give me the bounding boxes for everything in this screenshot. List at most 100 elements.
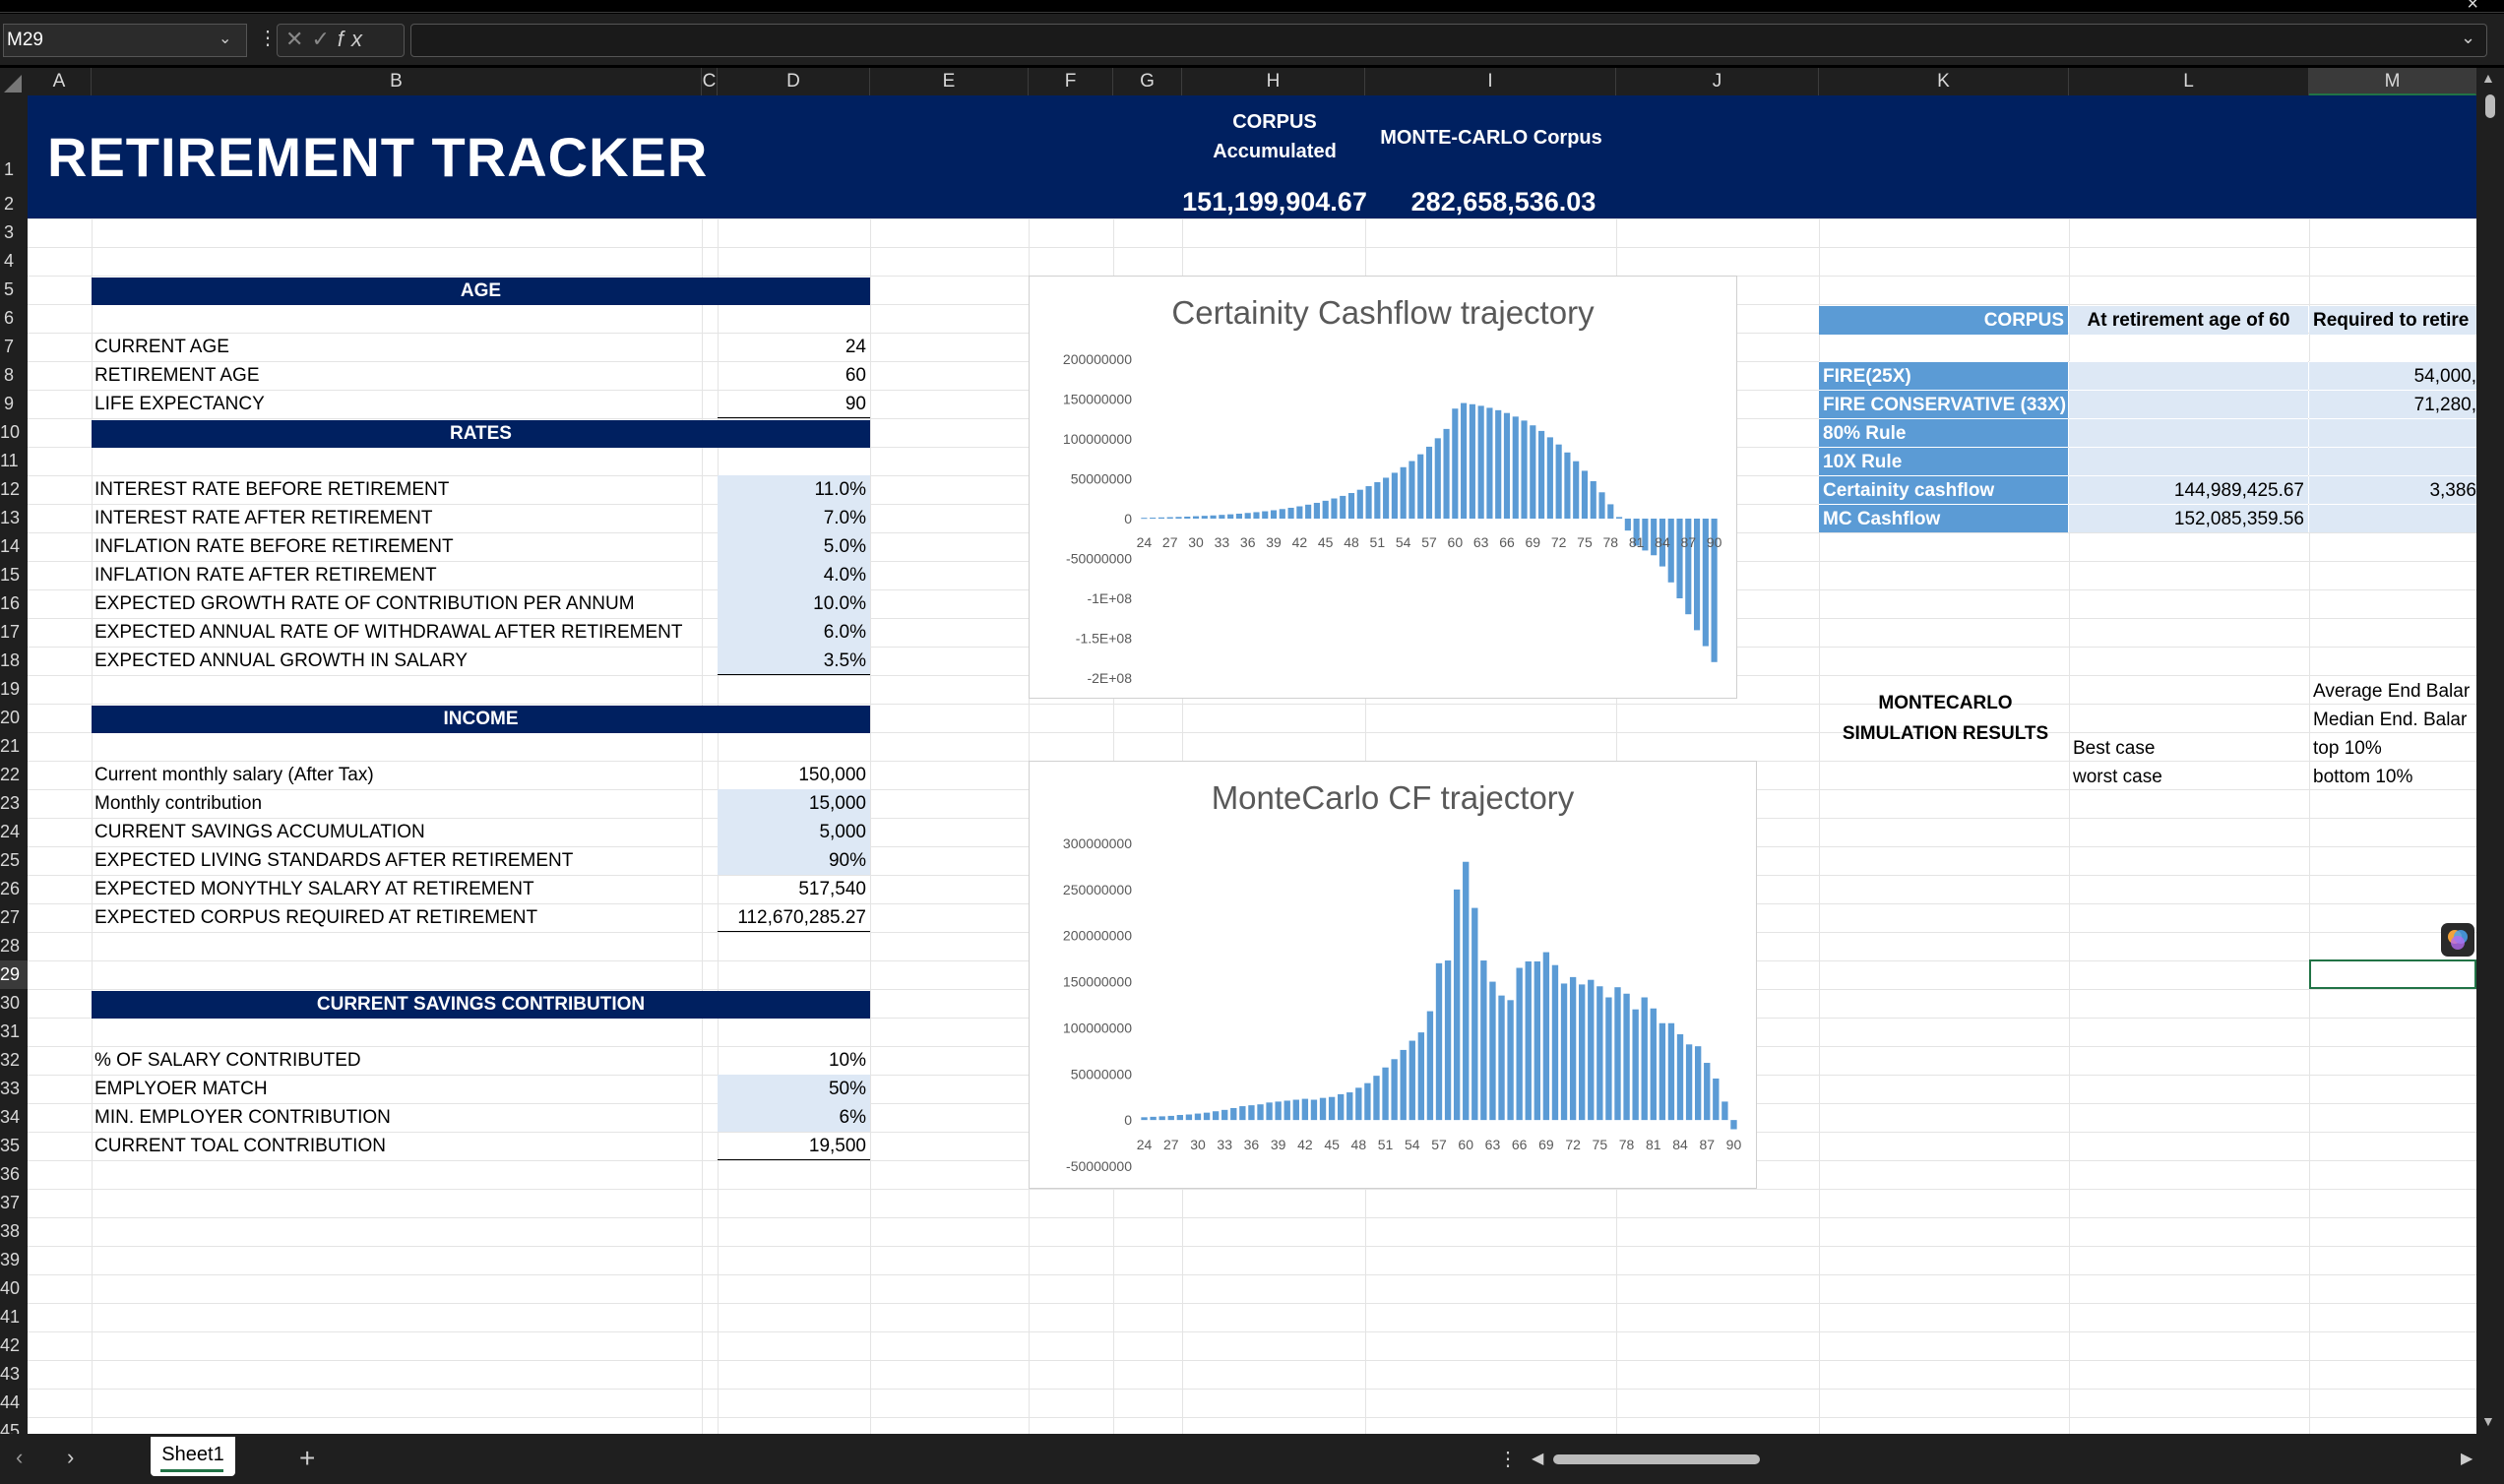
worst-case-label[interactable]: worst case [2073,763,2162,791]
bar-32[interactable] [1210,515,1217,519]
row-header-10[interactable]: 10 [0,418,28,447]
row-header-19[interactable]: 19 [0,675,28,704]
bar-38[interactable] [1266,1102,1273,1121]
row-header-21[interactable]: 21 [0,732,28,761]
bar-53[interactable] [1400,1049,1407,1121]
bar-25[interactable] [1150,518,1157,520]
bar-50[interactable] [1373,1076,1380,1121]
bar-33[interactable] [1221,1109,1228,1121]
income-value[interactable]: 150,000 [718,761,870,789]
name-box[interactable]: M29 [3,24,247,57]
bar-60[interactable] [1463,861,1470,1121]
corpus-row-label[interactable]: MC Cashflow [1819,504,2068,532]
bar-35[interactable] [1235,513,1242,519]
corpus-value[interactable]: 151,199,904.67 [1171,187,1378,217]
income-label[interactable]: Monthly contribution [94,789,262,818]
bar-39[interactable] [1270,510,1278,519]
row-header-1[interactable]: 1 [0,95,28,189]
bar-65[interactable] [1495,409,1502,519]
bar-48[interactable] [1347,492,1355,519]
row-header-8[interactable]: 8 [0,361,28,390]
bar-58[interactable] [1434,438,1441,519]
bar-89[interactable] [1722,1101,1728,1121]
column-header-g[interactable]: G [1113,68,1182,95]
age-value[interactable]: 60 [718,361,870,390]
bar-36[interactable] [1248,1105,1255,1121]
bar-54[interactable] [1408,1040,1415,1121]
contribution-label[interactable]: EMPLYOER MATCH [94,1075,268,1103]
bar-43[interactable] [1310,1099,1318,1121]
bar-24[interactable] [1141,518,1148,520]
row-header-11[interactable]: 11 [0,447,28,475]
certainty-cashflow-chart[interactable]: Certainity Cashflow trajectory 200000000… [1029,276,1737,699]
bar-73[interactable] [1564,452,1571,519]
bar-59[interactable] [1453,889,1461,1121]
bar-86[interactable] [1676,519,1683,598]
bar-49[interactable] [1364,1082,1371,1121]
bar-51[interactable] [1374,481,1381,519]
scroll-up-icon[interactable]: ▲ [2481,70,2495,86]
bar-37[interactable] [1257,1104,1264,1121]
chevron-left-icon[interactable]: ‹ [16,1445,23,1470]
row-header-27[interactable]: 27 [0,903,28,932]
corpus-row-retirement-value[interactable] [2069,418,2308,447]
bar-77[interactable] [1614,987,1621,1121]
chevron-down-icon[interactable]: ⌄ [219,29,231,48]
rates-value[interactable]: 6.0% [718,618,870,647]
bar-50[interactable] [1365,486,1372,519]
corpus-row-required-value[interactable] [2309,418,2476,447]
bar-46[interactable] [1338,1093,1345,1121]
bar-40[interactable] [1283,1100,1290,1121]
age-label[interactable]: CURRENT AGE [94,333,229,361]
horizontal-scroll-thumb[interactable] [1553,1454,1760,1464]
more-options-icon[interactable]: ⋮ [1498,1447,1518,1471]
bar-72[interactable] [1569,976,1577,1121]
bar-67[interactable] [1525,960,1532,1121]
corpus-row-label[interactable]: FIRE CONSERVATIVE (33X) [1819,390,2068,418]
top-10-label[interactable]: top 10% [2313,734,2382,763]
bar-27[interactable] [1167,1115,1174,1121]
bar-68[interactable] [1534,960,1540,1121]
bar-53[interactable] [1391,472,1398,519]
corpus-row-label[interactable]: 80% Rule [1819,418,2068,447]
chevron-right-icon[interactable]: › [67,1445,74,1470]
more-options-icon[interactable]: ⋮ [258,26,278,50]
bar-48[interactable] [1355,1087,1362,1121]
rates-value[interactable]: 3.5% [718,647,870,675]
bar-66[interactable] [1503,412,1511,519]
contribution-label[interactable]: CURRENT TOAL CONTRIBUTION [94,1132,386,1160]
bar-45[interactable] [1322,500,1329,519]
row-header-18[interactable]: 18 [0,647,28,675]
row-header-22[interactable]: 22 [0,761,28,789]
contribution-value[interactable]: 10% [718,1046,870,1075]
bar-59[interactable] [1443,428,1450,519]
column-header-h[interactable]: H [1182,68,1365,95]
age-label[interactable]: LIFE EXPECTANCY [94,390,265,418]
bar-33[interactable] [1219,515,1225,519]
corpus-table-header[interactable]: CORPUS [1819,306,2068,335]
rates-label[interactable]: EXPECTED ANNUAL GROWTH IN SALARY [94,647,468,675]
bar-69[interactable] [1530,425,1536,519]
scroll-left-icon[interactable]: ◀ [1532,1449,1543,1468]
bar-39[interactable] [1275,1101,1282,1121]
row-header-37[interactable]: 37 [0,1189,28,1217]
selected-cell-m29[interactable] [2309,959,2476,989]
bar-37[interactable] [1253,512,1260,519]
corpus-row-retirement-value[interactable] [2069,361,2308,390]
mc-corpus-value[interactable]: 282,658,536.03 [1378,187,1629,217]
add-sheet-button[interactable]: + [299,1443,315,1474]
bar-46[interactable] [1331,498,1338,519]
row-header-13[interactable]: 13 [0,504,28,532]
vertical-scrollbar[interactable] [2476,68,2504,1434]
bar-32[interactable] [1212,1111,1220,1121]
scroll-down-icon[interactable]: ▼ [2481,1413,2495,1429]
bar-56[interactable] [1426,1011,1434,1121]
row-header-29[interactable]: 29 [0,960,28,989]
bar-90[interactable] [1730,1120,1737,1130]
bar-41[interactable] [1292,1099,1299,1121]
row-header-14[interactable]: 14 [0,532,28,561]
contribution-label[interactable]: MIN. EMPLOYER CONTRIBUTION [94,1103,391,1132]
bar-63[interactable] [1489,981,1496,1121]
bar-76[interactable] [1605,997,1612,1121]
bar-85[interactable] [1685,1044,1693,1121]
